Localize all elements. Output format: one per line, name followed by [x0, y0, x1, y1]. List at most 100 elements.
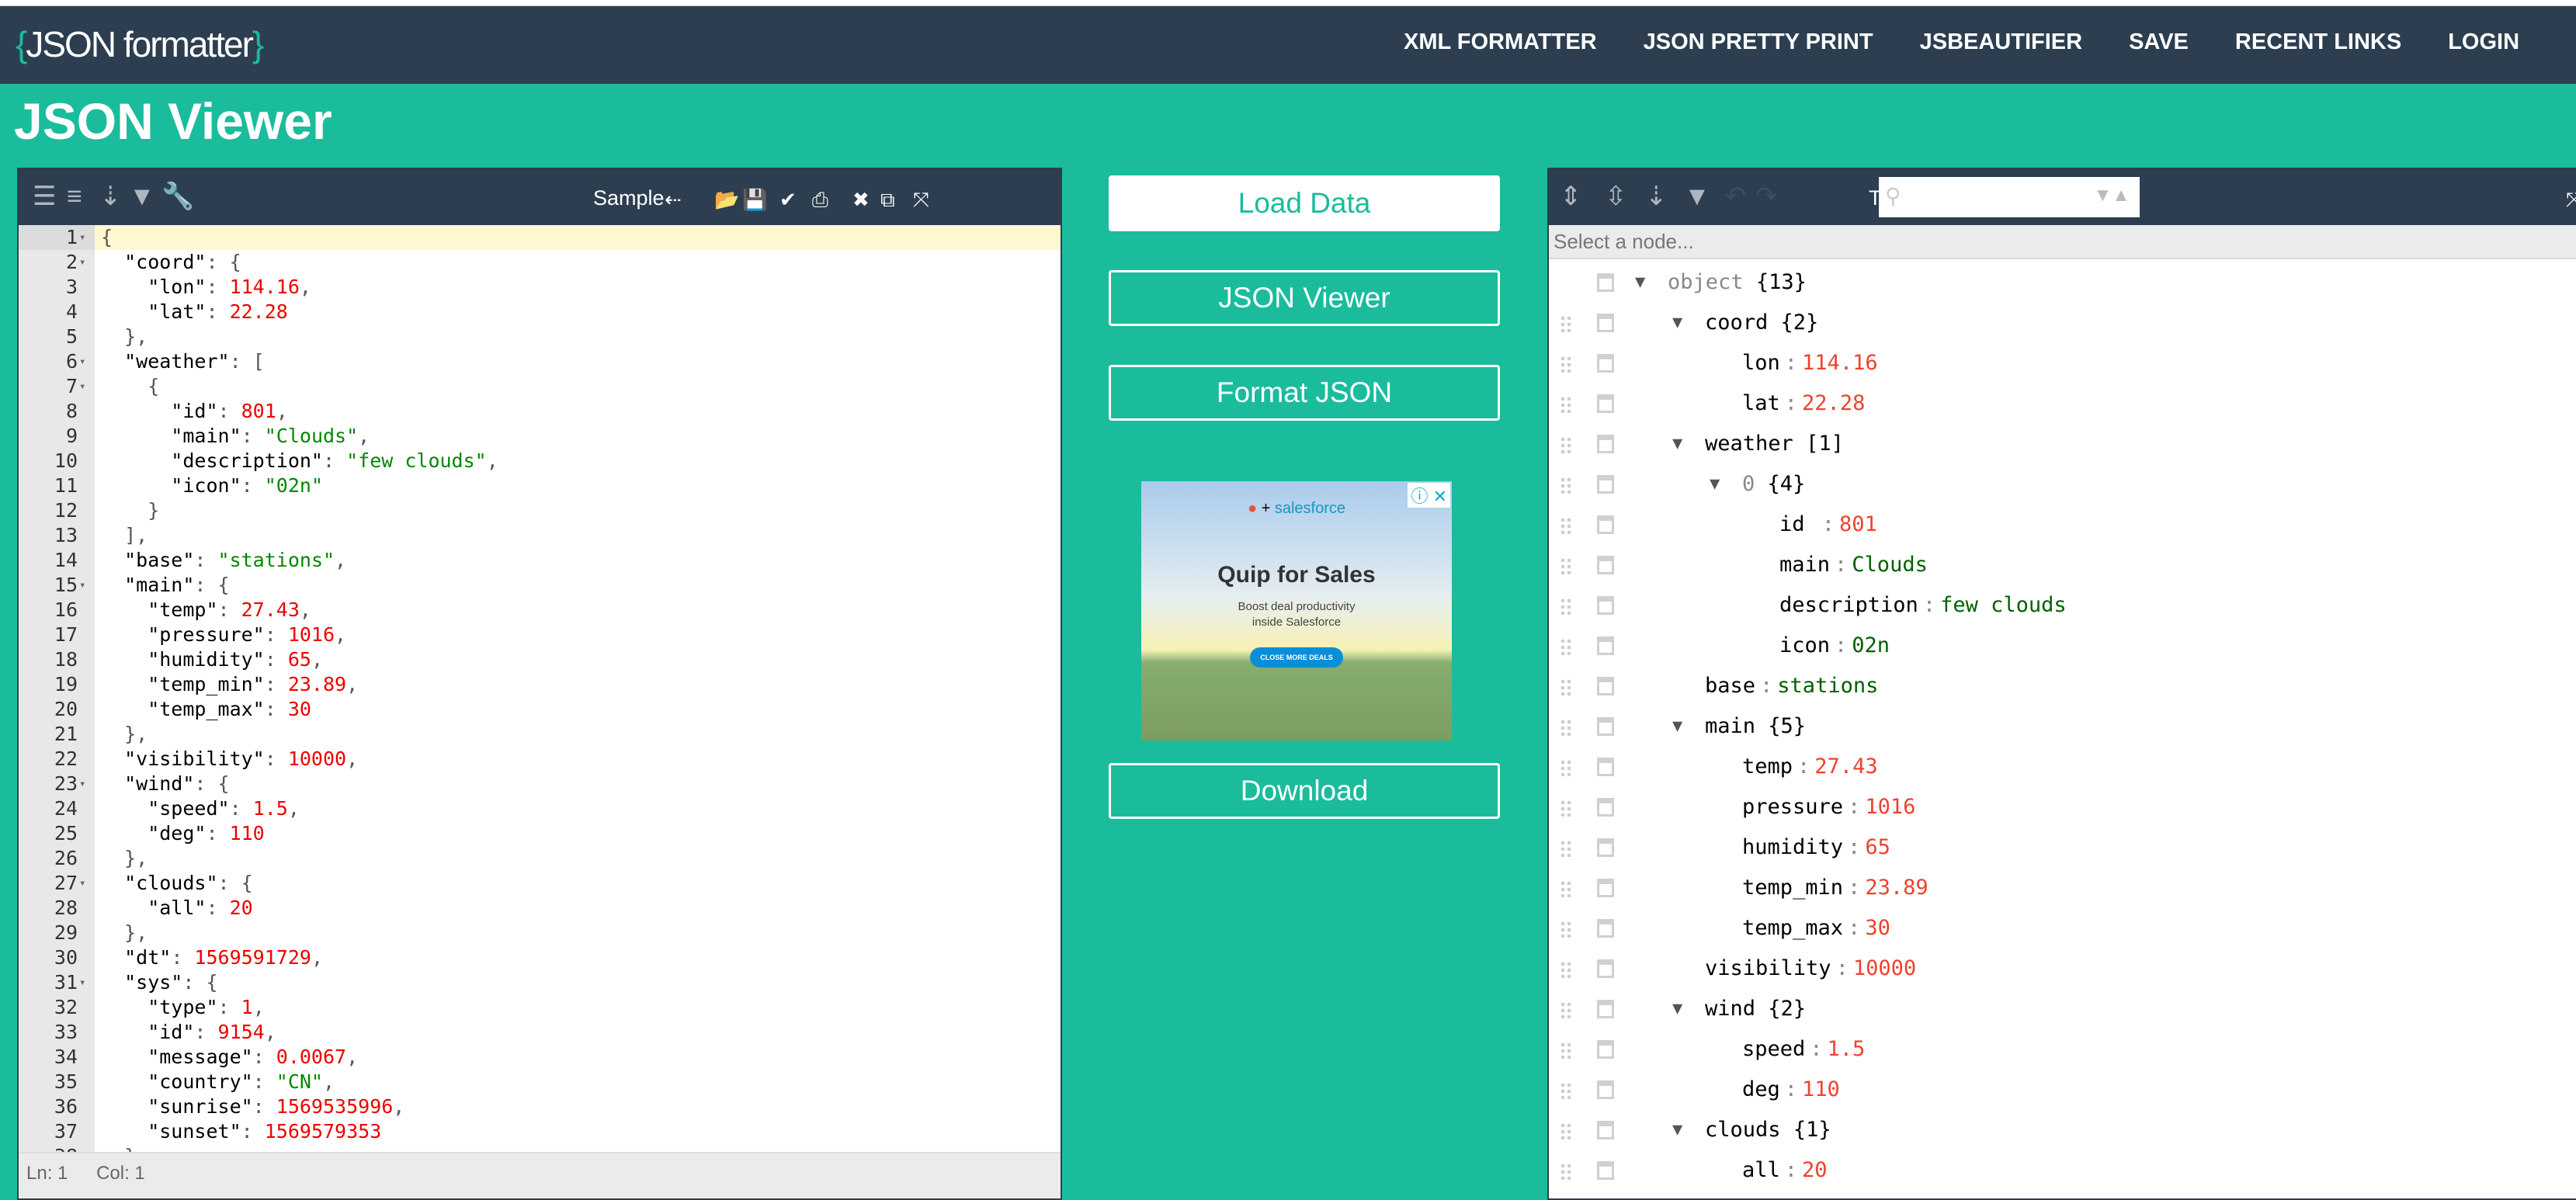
drag-handle-icon[interactable]	[1560, 880, 1572, 897]
fold-toggle-icon[interactable]: ▾	[79, 871, 85, 896]
drag-handle-icon[interactable]	[1560, 355, 1572, 373]
fullscreen-icon[interactable]: ⤧	[913, 186, 929, 213]
drag-handle-icon[interactable]	[1560, 719, 1572, 736]
tree-view[interactable]: ▼ object {13} ▼ coord {2} lon:114.16 lat:22.2…	[1549, 262, 2576, 1198]
logo[interactable]: {JSON formatter}	[16, 23, 264, 65]
node-key[interactable]: clouds	[1705, 1118, 1781, 1142]
tree-row[interactable]: lon:114.16	[1549, 343, 2576, 383]
drag-handle-icon[interactable]	[1560, 598, 1572, 615]
tree-row[interactable]: ▼ weather [1]	[1549, 424, 2576, 464]
context-menu-icon[interactable]	[1597, 1121, 1614, 1139]
node-key[interactable]: temp	[1742, 754, 1793, 779]
drag-handle-icon[interactable]	[1560, 1001, 1572, 1018]
fold-toggle-icon[interactable]: ▾	[79, 225, 85, 250]
download-button[interactable]: Download	[1109, 763, 1500, 819]
search-nav-arrows-icon[interactable]: ▼▲	[2093, 185, 2130, 206]
tree-row[interactable]: temp_min:23.89	[1549, 868, 2576, 908]
node-key[interactable]: all	[1742, 1158, 1780, 1182]
context-menu-icon[interactable]	[1597, 677, 1614, 695]
context-menu-icon[interactable]	[1597, 273, 1614, 292]
node-value[interactable]: 114.16	[1802, 351, 1878, 375]
sample-button[interactable]: Sample	[593, 186, 665, 210]
node-value[interactable]: 27.43	[1814, 754, 1877, 779]
node-key[interactable]: temp_max	[1742, 916, 1843, 940]
node-key[interactable]: temp_min	[1742, 876, 1843, 900]
collapse-all-icon[interactable]: ⇳	[1605, 183, 1627, 210]
clear-icon[interactable]: ✖	[852, 186, 870, 213]
node-key[interactable]: weather	[1705, 432, 1793, 456]
node-value[interactable]: 10000	[1853, 956, 1916, 980]
tree-row[interactable]: humidity:65	[1549, 827, 2576, 868]
drag-handle-icon[interactable]	[1560, 477, 1572, 494]
node-value[interactable]: 110	[1802, 1077, 1840, 1101]
context-menu-icon[interactable]	[1597, 919, 1614, 938]
tree-row[interactable]: temp:27.43	[1549, 747, 2576, 787]
node-key[interactable]: base	[1705, 674, 1755, 698]
redo-icon[interactable]: ↷	[1755, 183, 1778, 210]
fold-toggle-icon[interactable]: ▾	[79, 772, 85, 796]
context-menu-icon[interactable]	[1597, 1000, 1614, 1018]
expand-arrow-icon[interactable]: ▼	[1672, 424, 1682, 464]
drag-handle-icon[interactable]	[1560, 1163, 1572, 1180]
nav-json-pretty-print[interactable]: JSON PRETTY PRINT	[1644, 29, 1873, 55]
node-value[interactable]: Clouds	[1852, 553, 1928, 577]
expand-arrow-icon[interactable]: ▼	[1635, 262, 1645, 303]
drag-handle-icon[interactable]	[1560, 678, 1572, 695]
node-value[interactable]: 20	[1802, 1158, 1828, 1182]
context-menu-icon[interactable]	[1597, 959, 1614, 978]
check-icon[interactable]: ✔	[779, 186, 797, 213]
expand-arrow-icon[interactable]: ▼	[1672, 1110, 1682, 1150]
drag-handle-icon[interactable]	[1560, 1122, 1572, 1139]
tree-row[interactable]: ▼ clouds {1}	[1549, 1110, 2576, 1150]
tree-row[interactable]: deg:110	[1549, 1070, 2576, 1110]
sort-icon[interactable]: ⇣	[1645, 183, 1668, 210]
expand-arrow-icon[interactable]: ▼	[1672, 303, 1682, 343]
format-icon[interactable]: ☰	[33, 183, 56, 210]
ad-close-icon[interactable]: ⓘ ✕	[1408, 483, 1450, 508]
expand-arrow-icon[interactable]: ▼	[1672, 989, 1682, 1029]
drag-handle-icon[interactable]	[1560, 759, 1572, 776]
compact-icon[interactable]: ≡	[67, 183, 82, 210]
drag-handle-icon[interactable]	[1560, 436, 1572, 453]
fold-toggle-icon[interactable]: ▾	[79, 970, 85, 995]
node-key[interactable]: deg	[1742, 1077, 1780, 1101]
node-key[interactable]: lat	[1742, 391, 1780, 415]
context-menu-icon[interactable]	[1597, 717, 1614, 736]
node-key[interactable]: 0	[1742, 472, 1755, 496]
tree-row[interactable]: all:20	[1549, 1150, 2576, 1191]
tree-row[interactable]: speed:1.5	[1549, 1029, 2576, 1070]
context-menu-icon[interactable]	[1597, 475, 1614, 494]
tree-row[interactable]: pressure:1016	[1549, 787, 2576, 827]
node-key[interactable]: pressure	[1742, 795, 1843, 819]
node-key[interactable]: main	[1705, 714, 1755, 738]
load-data-button[interactable]: Load Data	[1109, 175, 1500, 231]
context-menu-icon[interactable]	[1597, 314, 1614, 332]
expand-all-icon[interactable]: ⇕	[1560, 183, 1582, 210]
fold-toggle-icon[interactable]: ▾	[79, 573, 85, 598]
node-value[interactable]: stations	[1777, 674, 1878, 698]
node-key[interactable]: speed	[1742, 1037, 1805, 1061]
save-icon[interactable]: 💾	[742, 186, 767, 213]
sort-icon[interactable]: ⇣	[99, 183, 122, 210]
nav-jsbeautifier[interactable]: JSBEAUTIFIER	[1920, 29, 2082, 55]
drag-handle-icon[interactable]	[1560, 961, 1572, 978]
node-value[interactable]: 801	[1839, 512, 1877, 536]
context-menu-icon[interactable]	[1597, 838, 1614, 857]
tree-row[interactable]: ▼ coord {2}	[1549, 303, 2576, 343]
node-key[interactable]: visibility	[1705, 956, 1831, 980]
node-value[interactable]: 02n	[1852, 633, 1890, 657]
context-menu-icon[interactable]	[1597, 1040, 1614, 1059]
drag-handle-icon[interactable]	[1560, 1082, 1572, 1099]
tree-row[interactable]: base: stations	[1549, 666, 2576, 706]
drag-handle-icon[interactable]	[1560, 1042, 1572, 1059]
wrench-icon[interactable]: 🔧	[161, 183, 194, 210]
context-menu-icon[interactable]	[1597, 596, 1614, 615]
context-menu-icon[interactable]	[1597, 354, 1614, 373]
context-menu-icon[interactable]	[1597, 879, 1614, 897]
tree-row[interactable]: ▼ main {5}	[1549, 706, 2576, 747]
context-menu-icon[interactable]	[1597, 556, 1614, 574]
drag-handle-icon[interactable]	[1560, 799, 1572, 817]
json-viewer-button[interactable]: JSON Viewer	[1109, 270, 1500, 326]
node-value[interactable]: few clouds	[1940, 593, 2067, 617]
expand-arrow-icon[interactable]: ▼	[1710, 464, 1720, 505]
